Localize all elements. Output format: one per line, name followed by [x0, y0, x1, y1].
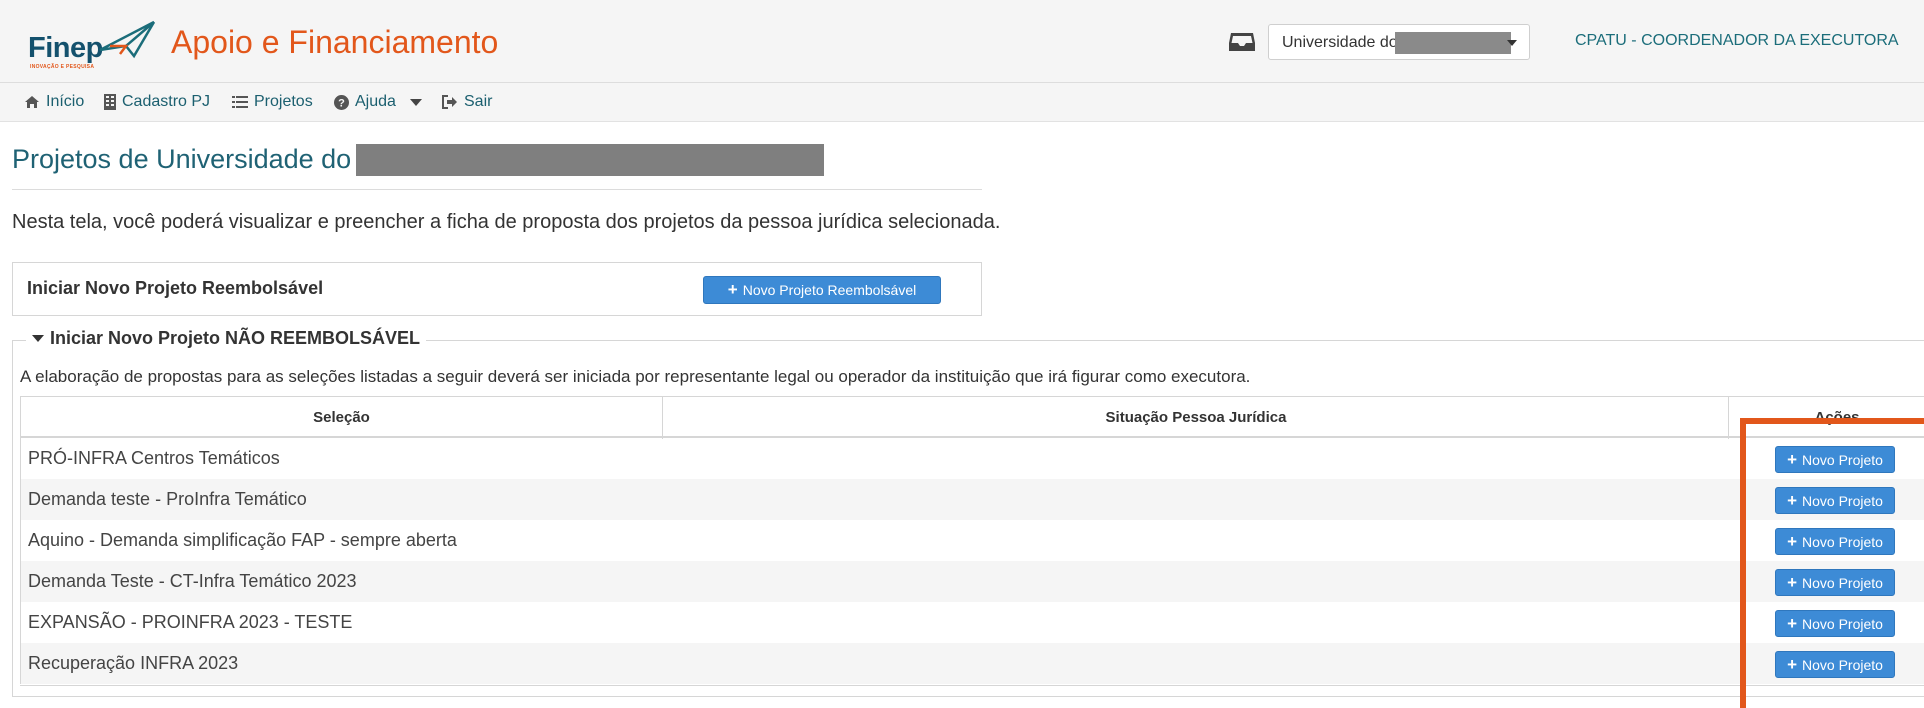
button-label: Novo Projeto	[1802, 451, 1883, 468]
plus-icon: +	[727, 280, 738, 299]
selecao-cell: EXPANSÃO - PROINFRA 2023 - TESTE	[28, 612, 353, 632]
plus-icon: +	[1787, 654, 1797, 674]
top-header: Finep INOVAÇÃO E PESQUISA Apoio e Financ…	[0, 0, 1924, 83]
selecao-cell: PRÓ-INFRA Centros Temáticos	[28, 448, 280, 468]
page-title: Projetos de Universidade do	[12, 144, 352, 174]
caret-down-icon	[32, 335, 44, 342]
column-header-situacao: Situação Pessoa Jurídica	[1105, 409, 1287, 426]
plus-icon: +	[1787, 531, 1797, 551]
button-label: Novo Projeto	[1802, 656, 1883, 673]
reembolsavel-panel: Iniciar Novo Projeto Reembolsável + Novo…	[12, 262, 982, 316]
ajuda-dropdown-caret[interactable]	[410, 99, 422, 106]
reembolsavel-label: Iniciar Novo Projeto Reembolsável	[27, 278, 324, 298]
plus-icon: +	[1787, 490, 1797, 510]
selecao-cell: Demanda Teste - CT-Infra Temático 2023	[28, 571, 357, 591]
home-icon	[25, 96, 39, 108]
nav-label: Sair	[464, 93, 493, 110]
main-navbar: Início Cadastro PJ Projetos ? Ajuda Sair	[0, 83, 1924, 122]
novo-projeto-reembolsavel-button[interactable]: + Novo Projeto Reembolsável	[703, 276, 941, 304]
novo-projeto-button[interactable]: + Novo Projeto	[1775, 487, 1895, 514]
button-label: Novo Projeto	[1802, 574, 1883, 591]
nao-reembolsavel-legend-toggle[interactable]: Iniciar Novo Projeto NÃO REEMBOLSÁVEL	[26, 328, 427, 349]
table-body: PRÓ-INFRA Centros Temáticos + Novo Projeto…	[20, 438, 1924, 684]
column-header-selecao: Seleção	[313, 409, 370, 426]
nav-item-ajuda[interactable]: ? Ajuda	[334, 93, 396, 111]
building-icon	[104, 94, 116, 110]
selecoes-table: Seleção Situação Pessoa Jurídica Ações P…	[20, 396, 1924, 684]
unit-select-value: Universidade do	[1282, 34, 1398, 51]
list-icon	[232, 96, 248, 108]
chevron-down-icon	[1507, 40, 1517, 46]
nav-item-sair[interactable]: Sair	[442, 93, 492, 111]
button-label: Novo Projeto	[1802, 533, 1883, 550]
nav-label: Início	[46, 93, 85, 110]
novo-projeto-button[interactable]: + Novo Projeto	[1775, 528, 1895, 555]
table-row: Demanda teste - ProInfra Temático + Novo P…	[20, 479, 1924, 520]
plus-icon: +	[1787, 613, 1797, 633]
selecao-cell: Demanda teste - ProInfra Temático	[28, 489, 307, 509]
nav-item-inicio[interactable]: Início	[24, 93, 84, 111]
novo-projeto-button[interactable]: + Novo Projeto	[1775, 569, 1895, 596]
redacted-block	[356, 144, 824, 176]
table-bottom-border	[20, 685, 1924, 686]
inbox-icon[interactable]	[1228, 31, 1256, 53]
nav-label: Cadastro PJ	[122, 93, 211, 110]
redacted-block	[1395, 32, 1511, 54]
unit-select[interactable]: Universidade do	[1268, 24, 1530, 60]
finep-logo[interactable]: Finep INOVAÇÃO E PESQUISA	[28, 20, 156, 70]
fieldset-note: A elaboração de propostas para as seleçõ…	[20, 367, 1251, 386]
table-header: Seleção Situação Pessoa Jurídica Ações	[20, 396, 1924, 439]
user-role-link[interactable]: CPATU - COORDENADOR DA EXECUTORA	[1575, 32, 1899, 50]
selecao-cell: Aquino - Demanda simplificação FAP - sem…	[28, 530, 457, 550]
nav-item-projetos[interactable]: Projetos	[232, 93, 313, 111]
button-label: Novo Projeto Reembolsável	[742, 282, 917, 298]
nav-label: Ajuda	[355, 93, 396, 110]
table-row: Aquino - Demanda simplificação FAP - sem…	[20, 520, 1924, 561]
button-label: Novo Projeto	[1802, 492, 1883, 509]
page-intro-text: Nesta tela, você poderá visualizar e pre…	[12, 211, 1001, 233]
novo-projeto-button[interactable]: + Novo Projeto	[1775, 446, 1895, 473]
novo-projeto-button[interactable]: + Novo Projeto	[1775, 610, 1895, 637]
nav-item-cadastro-pj[interactable]: Cadastro PJ	[104, 93, 210, 111]
column-header-acoes: Ações	[1814, 409, 1860, 426]
novo-projeto-button[interactable]: + Novo Projeto	[1775, 651, 1895, 678]
button-label: Novo Projeto	[1802, 615, 1883, 632]
svg-text:?: ?	[338, 97, 345, 109]
logo-subtext: INOVAÇÃO E PESQUISA	[30, 64, 95, 70]
paper-plane-icon	[99, 20, 156, 59]
plus-icon: +	[1787, 572, 1797, 592]
table-row: Demanda Teste - CT-Infra Temático 2023 + N…	[20, 561, 1924, 602]
divider	[12, 189, 982, 190]
logo-text: Finep	[28, 32, 103, 64]
sign-out-icon	[442, 95, 457, 109]
table-row: EXPANSÃO - PROINFRA 2023 - TESTE + Novo Pr…	[20, 602, 1924, 643]
table-row: Recuperação INFRA 2023 + Novo Projeto	[20, 643, 1924, 684]
selecao-cell: Recuperação INFRA 2023	[28, 653, 239, 673]
table-row: PRÓ-INFRA Centros Temáticos + Novo Projeto	[20, 438, 1924, 479]
app-title: Apoio e Financiamento	[171, 24, 499, 60]
legend-label: Iniciar Novo Projeto NÃO REEMBOLSÁVEL	[50, 328, 421, 348]
question-circle-icon: ?	[334, 94, 349, 110]
plus-icon: +	[1787, 449, 1797, 469]
nav-label: Projetos	[254, 93, 313, 110]
